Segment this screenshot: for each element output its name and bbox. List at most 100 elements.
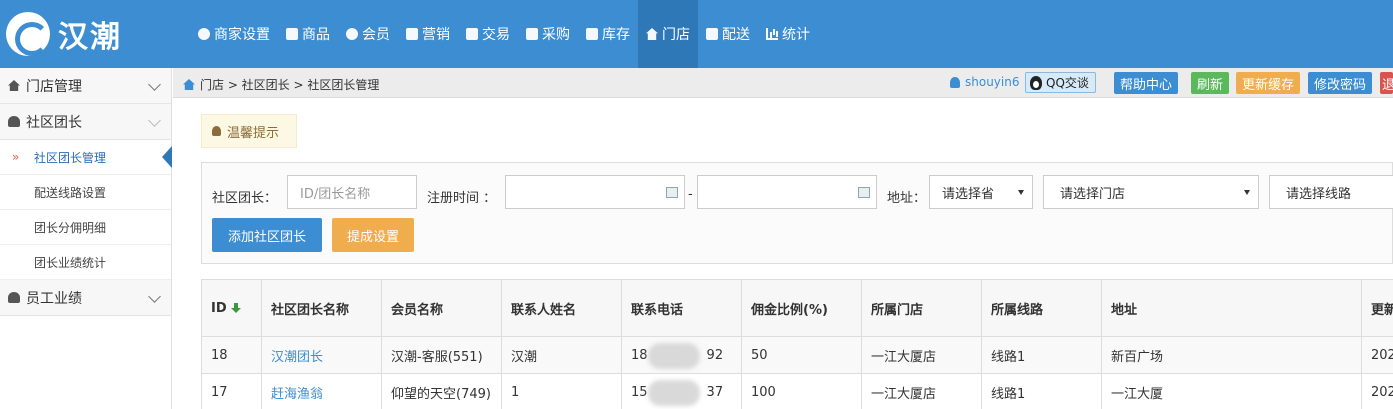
- cell-member-name: 汉潮-客服(551): [381, 337, 501, 373]
- start-date-input[interactable]: [505, 175, 685, 209]
- address-label: 地址：: [887, 191, 927, 206]
- end-date-input[interactable]: [697, 175, 877, 209]
- nav-item-statistics[interactable]: 统计: [758, 0, 818, 68]
- province-select[interactable]: 请选择省: [929, 175, 1033, 209]
- nav-label: 采购: [542, 27, 570, 43]
- help-center-button[interactable]: 帮助中心: [1114, 72, 1179, 94]
- sidebar-item-commission-detail[interactable]: 团长分佣明细: [0, 210, 171, 245]
- commission-settings-button[interactable]: 提成设置: [332, 218, 414, 252]
- nav-label: 库存: [602, 27, 630, 43]
- nav-label: 统计: [782, 27, 810, 43]
- change-password-button[interactable]: 修改密码: [1308, 72, 1373, 94]
- cell-contact-name: 1: [501, 374, 621, 409]
- cell-store: 一江大厦店: [861, 337, 981, 373]
- chevron-down-icon: [148, 78, 161, 91]
- logout-button[interactable]: 退: [1380, 72, 1393, 94]
- sort-down-icon[interactable]: [230, 302, 241, 314]
- cell-address: 新百广场: [1101, 337, 1361, 373]
- cell-id: 18: [201, 337, 261, 373]
- cell-commission-rate: 50: [741, 337, 861, 373]
- bell-icon: [212, 126, 221, 136]
- sidebar-group-store-management[interactable]: 门店管理: [0, 68, 171, 104]
- cell-leader-name-link[interactable]: 赶海渔翁: [261, 374, 381, 409]
- nav-label: 商品: [302, 27, 330, 43]
- cell-commission-rate: 100: [741, 374, 861, 409]
- cell-leader-name-link[interactable]: 汉潮团长: [261, 337, 381, 373]
- table-row: 18 汉潮团长 汉潮-客服(551) 汉潮 18 92 50 一江大厦店 线路1…: [201, 337, 1393, 374]
- update-cache-button[interactable]: 更新缓存: [1236, 72, 1301, 94]
- nav-item-merchant-settings[interactable]: 商家设置: [190, 0, 278, 68]
- leader-search-input[interactable]: ID/团长名称: [287, 175, 417, 209]
- column-header-phone: 联系电话: [621, 280, 741, 336]
- refresh-button[interactable]: 刷新: [1191, 72, 1230, 94]
- nav-item-store[interactable]: 门店: [638, 0, 698, 68]
- route-select-value: 请选择线路: [1286, 186, 1352, 202]
- cell-updated: 202: [1361, 337, 1393, 373]
- table-header: ID 社区团长名称 会员名称 联系人姓名 联系电话 佣金比例(%) 所属门店 所…: [201, 280, 1393, 337]
- nav-item-trade[interactable]: 交易: [458, 0, 518, 68]
- nav-item-member[interactable]: 会员: [338, 0, 398, 68]
- logo-icon: [6, 12, 50, 56]
- column-header-commission-rate: 佣金比例(%): [741, 280, 861, 336]
- cell-updated: 202: [1361, 374, 1393, 409]
- redaction-blur: [648, 380, 700, 406]
- chart-icon: [766, 28, 778, 40]
- phone-suffix: 92: [706, 347, 724, 363]
- cell-member-name: 仰望的天空(749): [381, 374, 501, 409]
- cell-phone: 15 37: [621, 374, 741, 409]
- sidebar: 门店管理 社区团长 » 社区团长管理 配送线路设置 团长分佣明细 团长业绩统计 …: [0, 68, 172, 409]
- goods-icon: [286, 28, 298, 40]
- username: shouyin6: [965, 75, 1020, 89]
- marketing-icon: [406, 28, 418, 40]
- column-header-updated: 更新: [1361, 280, 1393, 336]
- phone-suffix: 37: [706, 384, 724, 400]
- column-header-id[interactable]: ID: [201, 280, 261, 336]
- arrow-right-icon: »: [12, 150, 20, 164]
- column-header-address: 地址: [1101, 280, 1361, 336]
- cell-phone: 18 92: [621, 337, 741, 373]
- sidebar-item-leader-management[interactable]: » 社区团长管理: [0, 140, 172, 175]
- qq-icon: [1030, 75, 1042, 90]
- chevron-down-icon: [148, 114, 161, 127]
- logo[interactable]: 汉潮: [6, 12, 122, 56]
- column-header-member-name: 会员名称: [381, 280, 501, 336]
- add-leader-button[interactable]: 添加社区团长: [212, 218, 322, 252]
- nav-item-delivery[interactable]: 配送: [698, 0, 758, 68]
- sidebar-item-label: 团长分佣明细: [34, 220, 107, 235]
- column-header-leader-name: 社区团长名称: [261, 280, 381, 336]
- table-row: 17 赶海渔翁 仰望的天空(749) 1 15 37 100 一江大厦店 线路1…: [201, 374, 1393, 409]
- nav-item-stock[interactable]: 库存: [578, 0, 638, 68]
- sidebar-item-route-settings[interactable]: 配送线路设置: [0, 175, 171, 210]
- sidebar-group-staff-performance[interactable]: 员工业绩: [0, 280, 171, 316]
- column-header-store: 所属门店: [861, 280, 981, 336]
- home-icon: [8, 80, 20, 91]
- dropdown-arrow-icon: [1244, 190, 1250, 195]
- cell-address: 一江大厦: [1101, 374, 1361, 409]
- nav-label: 会员: [362, 27, 390, 43]
- sidebar-item-performance-stats[interactable]: 团长业绩统计: [0, 245, 171, 280]
- breadcrumb-bar: 门店 > 社区团长 > 社区团长管理 shouyin6 QQ交谈 帮助中心 刷新…: [173, 68, 1393, 98]
- route-select[interactable]: 请选择线路: [1269, 175, 1393, 209]
- sidebar-group-community-leader[interactable]: 社区团长: [0, 104, 171, 140]
- breadcrumb-text: 门店 > 社区团长 > 社区团长管理: [200, 78, 380, 92]
- delivery-icon: [706, 28, 718, 40]
- store-select[interactable]: 请选择门店: [1043, 175, 1259, 209]
- trade-icon: [466, 28, 478, 40]
- chevron-down-icon: [148, 290, 161, 303]
- leader-table: ID 社区团长名称 会员名称 联系人姓名 联系电话 佣金比例(%) 所属门店 所…: [201, 279, 1393, 409]
- nav-item-purchase[interactable]: 采购: [518, 0, 578, 68]
- main-nav: 商家设置 商品 会员 营销 交易 采购 库存 门店 配送 统计: [190, 0, 818, 68]
- cell-store: 一江大厦店: [861, 374, 981, 409]
- cell-route: 线路1: [981, 337, 1101, 373]
- nav-item-goods[interactable]: 商品: [278, 0, 338, 68]
- redaction-blur: [648, 343, 700, 369]
- active-caret-icon: [162, 146, 172, 168]
- province-select-value: 请选择省: [942, 186, 995, 202]
- warm-tip[interactable]: 温馨提示: [201, 114, 297, 148]
- qq-chat-button[interactable]: QQ交谈: [1025, 72, 1096, 93]
- users-icon: [8, 116, 20, 127]
- home-icon: [183, 79, 195, 90]
- sidebar-item-label: 团长业绩统计: [34, 255, 107, 270]
- nav-item-marketing[interactable]: 营销: [398, 0, 458, 68]
- current-user[interactable]: shouyin6: [950, 75, 1019, 89]
